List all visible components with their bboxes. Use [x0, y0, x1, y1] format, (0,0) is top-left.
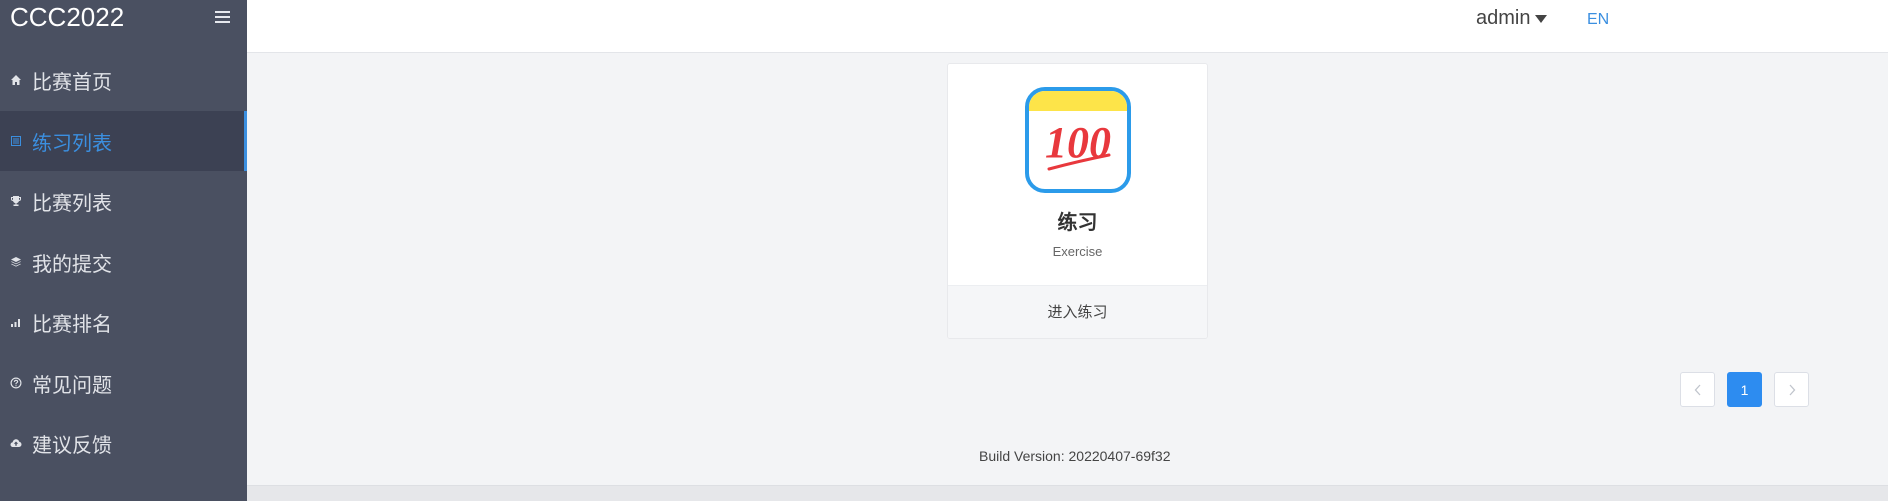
user-menu-dropdown[interactable]: admin: [1476, 7, 1548, 30]
top-header: [247, 0, 1888, 53]
sidebar-item-label: 我的提交: [32, 253, 112, 276]
language-switch[interactable]: EN: [1587, 11, 1609, 29]
brand-title: CCC2022: [0, 0, 247, 34]
pagination-prev-button[interactable]: [1680, 372, 1715, 407]
practice-logo-icon: 100: [1025, 87, 1131, 193]
sidebar-item-contest-home[interactable]: 比赛首页: [0, 50, 247, 110]
question-circle-icon: [10, 377, 30, 389]
card-subtitle: Exercise: [1052, 244, 1103, 259]
sidebar: CCC2022 比赛首页 练习列表 比赛列表 我的提交 比赛排名 常见问题 建议…: [0, 0, 247, 501]
sidebar-item-contest-ranking[interactable]: 比赛排名: [0, 292, 247, 352]
bar-chart-icon: [10, 316, 30, 328]
sidebar-item-label: 常见问题: [32, 374, 112, 397]
build-version: Build Version: 20220407-69f32: [979, 448, 1171, 464]
practice-card: 100 练习 Exercise 进入练习: [947, 63, 1208, 339]
pagination-page-current[interactable]: 1: [1727, 372, 1762, 407]
layers-icon: [10, 256, 30, 268]
cloud-upload-icon: [10, 437, 30, 449]
sidebar-item-feedback[interactable]: 建议反馈: [0, 413, 247, 473]
bottom-scroll-area: [247, 485, 1888, 501]
chevron-left-icon: [1694, 384, 1700, 395]
sidebar-item-faq[interactable]: 常见问题: [0, 353, 247, 413]
username: admin: [1476, 7, 1531, 29]
sidebar-item-label: 建议反馈: [32, 434, 112, 457]
card-title: 练习: [1057, 212, 1098, 234]
sidebar-item-label: 比赛列表: [32, 192, 112, 215]
sidebar-item-practice-list[interactable]: 练习列表: [0, 111, 247, 171]
sidebar-item-label: 比赛首页: [32, 71, 112, 94]
home-icon: [10, 74, 30, 86]
logo-text: 100: [1045, 118, 1111, 167]
chevron-right-icon: [1789, 384, 1795, 395]
brand-text: CCC2022: [10, 2, 125, 32]
sidebar-item-label: 练习列表: [32, 132, 112, 155]
pagination-next-button[interactable]: [1774, 372, 1809, 407]
sidebar-item-my-submissions[interactable]: 我的提交: [0, 232, 247, 292]
trophy-icon: [10, 195, 30, 207]
menu-toggle-icon[interactable]: [215, 11, 230, 23]
list-icon: [10, 135, 30, 147]
enter-practice-button[interactable]: 进入练习: [948, 285, 1207, 338]
sidebar-item-contest-list[interactable]: 比赛列表: [0, 171, 247, 231]
sidebar-item-label: 比赛排名: [32, 313, 112, 336]
caret-down-icon: [1535, 14, 1548, 23]
